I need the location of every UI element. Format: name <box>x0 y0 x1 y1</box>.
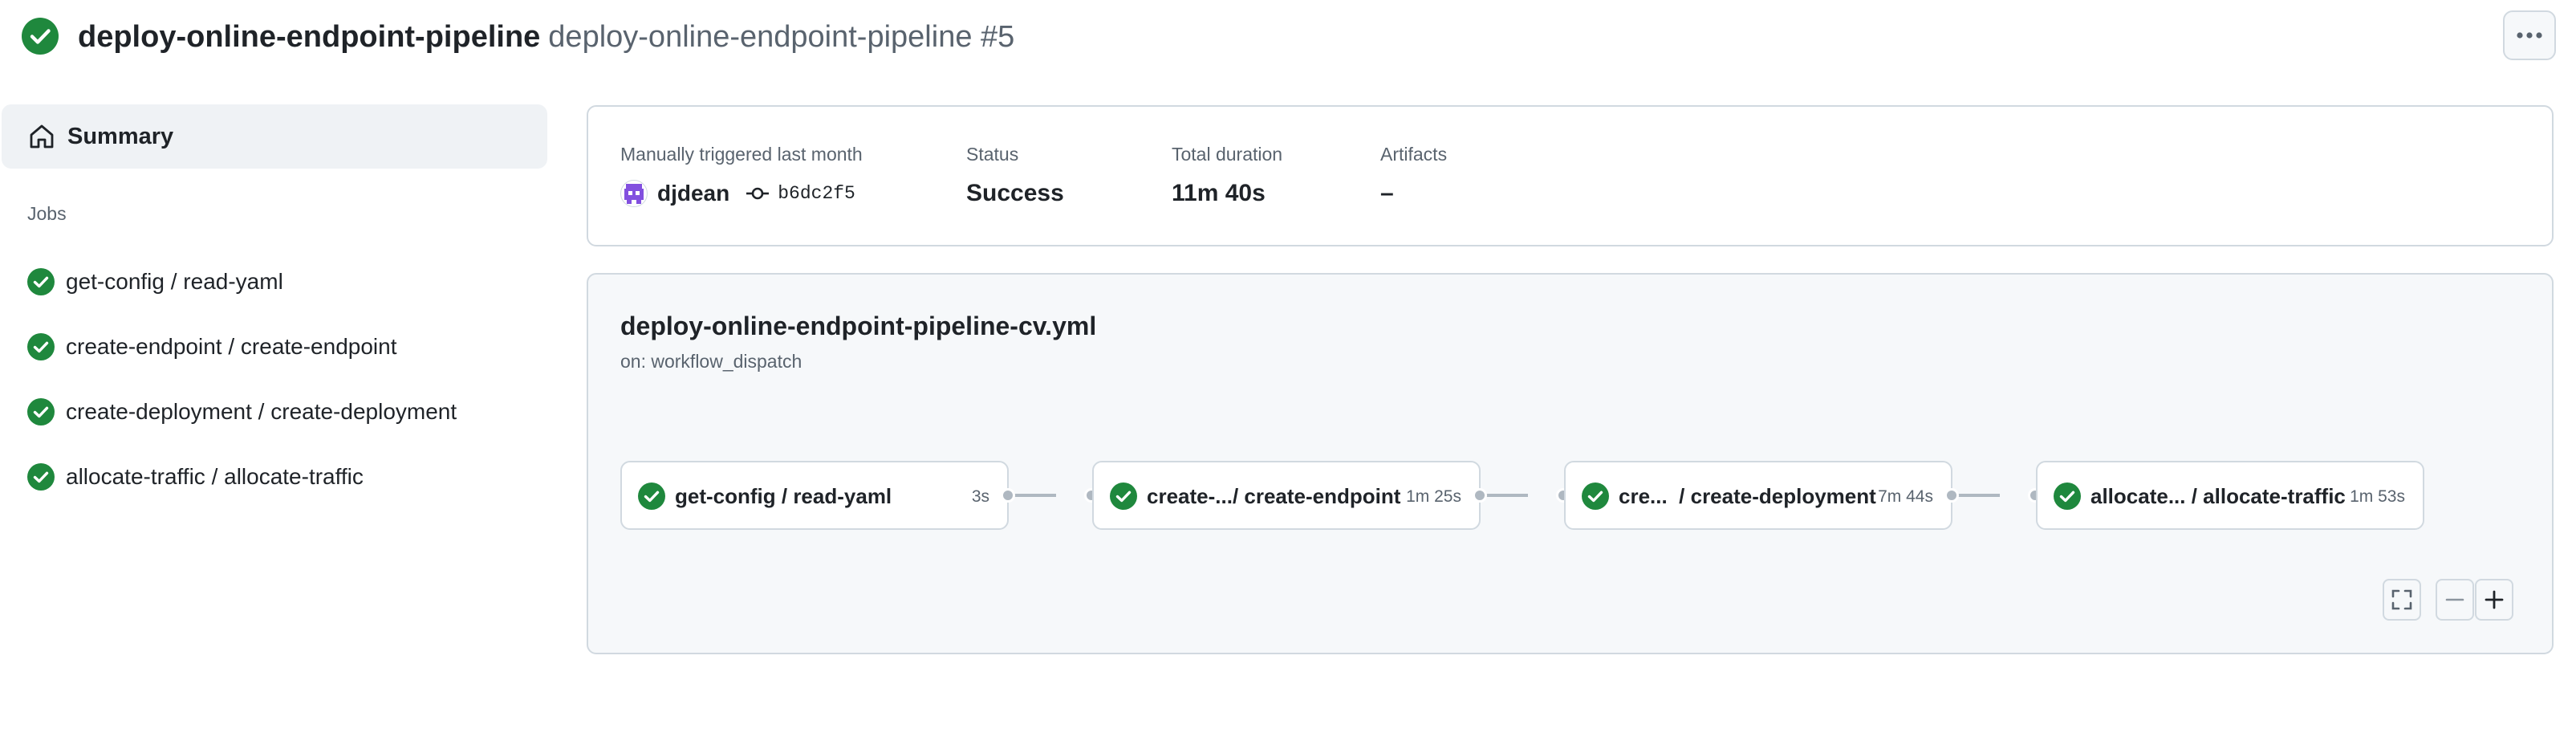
success-check-icon <box>27 333 55 360</box>
duration-label: Total duration <box>1172 144 1283 165</box>
status-value: Success <box>966 180 1064 206</box>
trigger-info: Manually triggered last month djdean b6d… <box>620 142 863 210</box>
status-info: Status Success <box>966 142 1064 210</box>
workflow-file-name: deploy-online-endpoint-pipeline-cv.yml <box>620 311 1097 340</box>
sidebar-job-get-config[interactable]: get-config / read-yaml <box>0 256 546 307</box>
success-check-icon <box>638 483 665 510</box>
fullscreen-button[interactable] <box>2383 579 2421 621</box>
success-check-icon <box>22 18 59 55</box>
graph-connector <box>1008 494 1056 497</box>
zoom-in-button[interactable] <box>2475 579 2513 621</box>
node-duration: 1m 53s <box>2350 487 2405 506</box>
job-label: create-endpoint / create-endpoint <box>66 334 397 359</box>
workflow-trigger: on: workflow_dispatch <box>620 351 802 372</box>
success-check-icon <box>2054 483 2081 510</box>
minus-icon <box>2445 598 2464 601</box>
graph-connector-dot <box>1473 488 1487 503</box>
status-label: Status <box>966 144 1019 165</box>
job-label: allocate-traffic / allocate-traffic <box>66 464 364 489</box>
success-check-icon <box>27 268 55 295</box>
screen-full-icon <box>2391 589 2412 610</box>
node-name: cre... / create-deployment <box>1619 484 1876 508</box>
commit-link[interactable]: b6dc2f5 <box>778 177 855 210</box>
node-duration: 7m 44s <box>1878 487 1933 506</box>
run-title: deploy-online-endpoint-pipeline #5 <box>548 20 1015 54</box>
graph-node-create-endpoint[interactable]: create-.../ create-endpoint 1m 25s <box>1092 461 1481 530</box>
success-check-icon <box>27 398 55 426</box>
graph-connector <box>1480 494 1528 497</box>
sidebar-job-create-deployment[interactable]: create-deployment / create-deployment <box>0 386 546 438</box>
job-label: create-deployment / create-deployment <box>66 399 457 424</box>
node-name: create-.../ create-endpoint <box>1147 484 1401 508</box>
avatar[interactable] <box>620 180 648 207</box>
workflow-graph-card: deploy-online-endpoint-pipeline-cv.yml o… <box>587 273 2554 654</box>
sidebar-item-label: Summary <box>67 124 174 149</box>
job-label: get-config / read-yaml <box>66 269 283 294</box>
sidebar-item-summary[interactable]: Summary <box>2 104 547 169</box>
node-name: get-config / read-yaml <box>675 484 892 508</box>
home-icon <box>30 124 54 149</box>
duration-value: 11m 40s <box>1172 180 1266 206</box>
sidebar-job-allocate-traffic[interactable]: allocate-traffic / allocate-traffic <box>0 451 546 503</box>
duration-info: Total duration 11m 40s <box>1172 142 1282 210</box>
artifacts-info: Artifacts – <box>1380 142 1447 210</box>
run-header: deploy-online-endpoint-pipeline deploy-on… <box>0 0 2576 74</box>
success-check-icon <box>27 463 55 491</box>
graph-node-get-config[interactable]: get-config / read-yaml 3s <box>620 461 1009 530</box>
kebab-horizontal-icon <box>2517 32 2542 39</box>
workflow-name: deploy-online-endpoint-pipeline <box>78 20 541 54</box>
graph-node-create-deployment[interactable]: cre... / create-deployment 7m 44s <box>1564 461 1952 530</box>
node-name: allocate... / allocate-traffic <box>2090 484 2346 508</box>
page-title: deploy-online-endpoint-pipeline deploy-on… <box>78 16 1014 58</box>
success-check-icon <box>1110 483 1137 510</box>
artifacts-label: Artifacts <box>1380 144 1448 165</box>
node-duration: 1m 25s <box>1406 487 1461 506</box>
jobs-heading: Jobs <box>27 203 67 224</box>
graph-connector-dot <box>1001 488 1015 503</box>
zoom-out-button[interactable] <box>2436 579 2474 621</box>
success-check-icon <box>1582 483 1609 510</box>
graph-connector-dot <box>1944 488 1959 503</box>
run-summary-card: Manually triggered last month djdean b6d… <box>587 105 2554 246</box>
node-duration: 3s <box>971 487 989 506</box>
trigger-label: Manually triggered last month <box>620 144 863 165</box>
actor-link[interactable]: djdean <box>657 177 729 210</box>
graph-node-allocate-traffic[interactable]: allocate... / allocate-traffic 1m 53s <box>2036 461 2424 530</box>
sidebar-job-create-endpoint[interactable]: create-endpoint / create-endpoint <box>0 321 546 373</box>
more-actions-button[interactable] <box>2503 10 2556 60</box>
graph-connector <box>1952 494 2000 497</box>
plus-icon <box>2485 590 2504 609</box>
git-commit-icon <box>746 187 770 200</box>
artifacts-value: – <box>1380 180 1394 206</box>
